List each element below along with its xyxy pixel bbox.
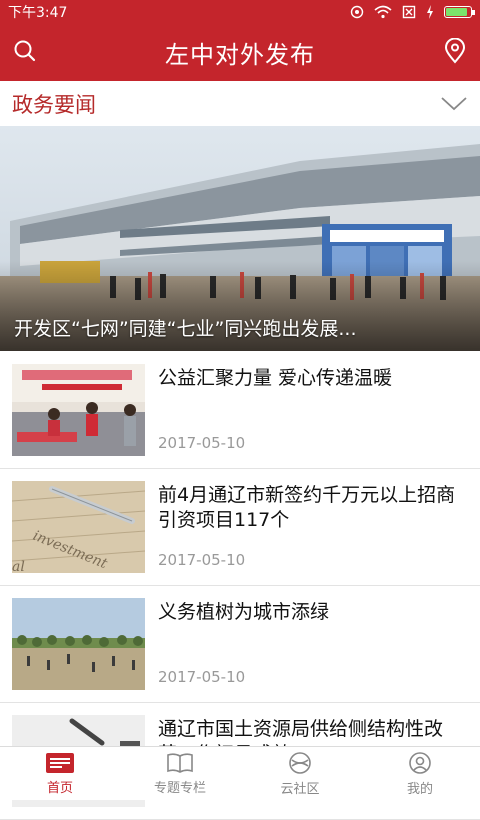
tab-label: 我的 [406, 781, 433, 797]
tab-topics[interactable]: 专题专栏 [120, 747, 240, 800]
status-icons [350, 5, 475, 19]
user-icon [409, 751, 431, 774]
news-title: 公益汇聚力量 爱心传递温暖 [158, 367, 393, 389]
book-icon [167, 752, 193, 773]
wifi-icon [374, 5, 392, 19]
news-title: 前4月通辽市新签约千万元以上招商引资项目117个 [158, 484, 456, 531]
news-date: 2017-05-10 [158, 551, 246, 569]
home-news-icon [46, 752, 74, 773]
news-date: 2017-05-10 [158, 668, 246, 686]
tab-profile[interactable]: 我的 [360, 747, 480, 800]
news-item[interactable]: 公益汇聚力量 爱心传递温暖 2017-05-10 [0, 352, 480, 469]
section-title: 政务要闻 [12, 92, 96, 117]
svg-text:al: al [12, 559, 25, 573]
community-icon [289, 751, 311, 774]
location-pin-icon[interactable] [440, 36, 470, 66]
charging-icon [427, 5, 433, 19]
app-header: 左中对外发布 [0, 24, 480, 81]
news-thumbnail [12, 598, 145, 690]
hotspot-icon [350, 5, 364, 19]
section-header[interactable]: 政务要闻 [0, 81, 480, 126]
news-title: 义务植树为城市添绿 [158, 601, 330, 623]
news-date: 2017-05-10 [158, 434, 246, 452]
status-time: 下午3:47 [8, 5, 68, 21]
tab-community[interactable]: 云社区 [240, 747, 360, 800]
status-bar: 下午3:47 [0, 0, 480, 24]
hero-caption: 开发区“七网”同建“七业”同兴跑出发展... [14, 318, 357, 340]
news-thumbnail [12, 364, 145, 456]
tab-label: 云社区 [280, 781, 320, 797]
news-item[interactable]: investment al 前4月通辽市新签约千万元以上招商引资项目117个 2… [0, 469, 480, 586]
page-title: 左中对外发布 [165, 41, 315, 69]
no-sim-icon [402, 5, 416, 19]
tab-label: 专题专栏 [153, 780, 206, 796]
news-thumbnail: investment al [12, 481, 145, 573]
hero-banner[interactable]: 开发区“七网”同建“七业”同兴跑出发展... [0, 126, 480, 351]
tab-label: 首页 [46, 780, 73, 796]
battery-icon [444, 6, 475, 18]
search-icon[interactable] [10, 36, 40, 66]
bottom-tab-bar: 首页 专题专栏 云社区 我的 [0, 746, 480, 800]
chevron-down-icon[interactable] [440, 96, 468, 112]
news-item[interactable]: 义务植树为城市添绿 2017-05-10 [0, 586, 480, 703]
tab-home[interactable]: 首页 [0, 747, 120, 800]
